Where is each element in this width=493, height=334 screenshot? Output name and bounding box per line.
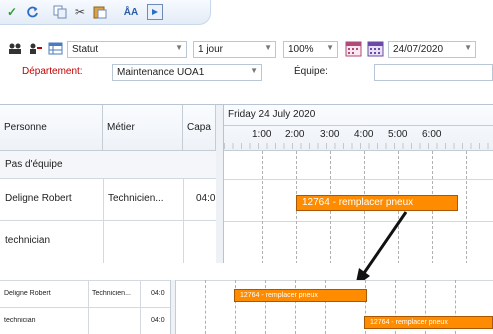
divider — [0, 307, 170, 308]
divider — [140, 280, 141, 334]
task-bar[interactable]: 12764 - remplacer pneux — [234, 289, 367, 302]
capa-cell: 04:0 — [151, 317, 165, 324]
capa-cell: 04:0 — [151, 290, 165, 297]
metier-cell: Technicien... — [92, 290, 131, 297]
personne-cell: technician — [4, 317, 36, 324]
personne-cell: Deligne Robert — [4, 290, 51, 297]
divider — [88, 280, 89, 334]
zoomed-detail: Deligne Robert Technicien... 04:0 techni… — [0, 280, 493, 334]
task-bar[interactable]: 12764 - remplacer pneux — [364, 316, 493, 329]
divider — [0, 280, 493, 281]
hour-gridline — [205, 280, 206, 334]
splitter — [170, 280, 176, 334]
